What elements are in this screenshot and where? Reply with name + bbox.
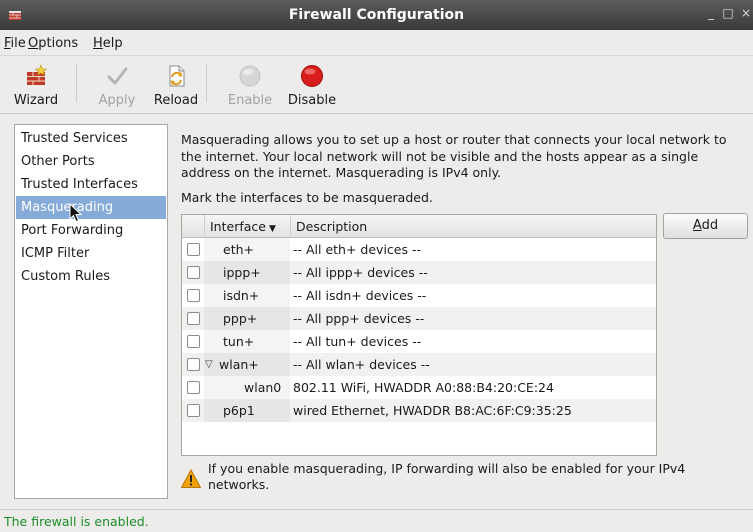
- interface-name: p6p1: [223, 403, 255, 418]
- table-header: Interface ▼ Description: [182, 215, 656, 238]
- menu-bar: File Options Help: [0, 30, 753, 56]
- warning-text: If you enable masquerading, IP forwardin…: [208, 461, 686, 492]
- masquerading-description: Masquerading allows you to set up a host…: [181, 132, 727, 180]
- interface-name: ppp+: [223, 311, 258, 326]
- reload-icon: [169, 65, 185, 87]
- interface-description: -- All eth+ devices --: [293, 242, 421, 257]
- interface-description: -- All ippp+ devices --: [293, 265, 428, 280]
- interface-description: -- All isdn+ devices --: [293, 288, 427, 303]
- menu-options-label: ptions: [38, 36, 79, 51]
- table-row[interactable]: isdn+ -- All isdn+ devices --: [182, 284, 656, 307]
- toolbar-separator: [76, 64, 77, 102]
- table-row[interactable]: ppp+ -- All ppp+ devices --: [182, 307, 656, 330]
- enable-label: Enable: [227, 93, 273, 108]
- add-button-mnemonic: A: [692, 218, 702, 233]
- wizard-icon: [27, 64, 48, 85]
- menu-options[interactable]: Options: [28, 36, 78, 51]
- column-header-interface[interactable]: Interface ▼: [204, 215, 290, 238]
- sidebar-item-custom-rules[interactable]: Custom Rules: [16, 265, 166, 288]
- menu-options-mnemonic: O: [28, 36, 39, 51]
- sidebar-item-trusted-services[interactable]: Trusted Services: [16, 127, 166, 150]
- menu-help-label: elp: [102, 36, 123, 51]
- table-row[interactable]: wlan0 802.11 WiFi, HWADDR A0:88:B4:20:CE…: [182, 376, 656, 399]
- interface-name: eth+: [223, 242, 254, 257]
- interface-column-label: Interface: [210, 219, 266, 234]
- checkmark-icon: [107, 67, 128, 85]
- interface-name: tun+: [223, 334, 255, 349]
- disable-icon: [301, 65, 323, 87]
- disable-button[interactable]: Disable: [282, 60, 342, 112]
- toolbar: Wizard Apply Reload Enable Disable: [0, 56, 753, 114]
- table-row[interactable]: tun+ -- All tun+ devices --: [182, 330, 656, 353]
- close-icon[interactable]: ×: [739, 6, 753, 22]
- sidebar-item-other-ports[interactable]: Other Ports: [16, 150, 166, 173]
- sidebar-item-port-forwarding[interactable]: Port Forwarding: [16, 219, 166, 242]
- category-list: Trusted Services Other Ports Trusted Int…: [14, 124, 168, 499]
- interface-description: -- All ppp+ devices --: [293, 311, 425, 326]
- wizard-label: Wizard: [13, 93, 59, 108]
- table-row[interactable]: p6p1 wired Ethernet, HWADDR B8:AC:6F:C9:…: [182, 399, 656, 422]
- toolbar-separator: [206, 64, 207, 102]
- apply-label: Apply: [98, 93, 136, 108]
- add-interface-button[interactable]: Add: [663, 213, 748, 239]
- column-header-description[interactable]: Description: [290, 215, 656, 238]
- interface-description: 802.11 WiFi, HWADDR A0:88:B4:20:CE:24: [293, 380, 554, 395]
- masquerade-checkbox[interactable]: [187, 381, 200, 394]
- masquerade-checkbox[interactable]: [187, 289, 200, 302]
- masquerade-checkbox[interactable]: [187, 404, 200, 417]
- chevron-down-icon: ▼: [268, 224, 276, 234]
- enable-button[interactable]: Enable: [222, 60, 278, 112]
- reload-label: Reload: [153, 93, 199, 108]
- masquerade-checkbox[interactable]: [187, 358, 200, 371]
- warning-icon: [181, 469, 201, 488]
- interface-name: wlan0: [244, 380, 282, 395]
- table-row[interactable]: ▽ wlan+ -- All wlan+ devices --: [182, 353, 656, 376]
- masquerading-panel: Masquerading allows you to set up a host…: [170, 124, 753, 504]
- masquerade-checkbox[interactable]: [187, 266, 200, 279]
- window-title: Firewall Configuration: [288, 7, 465, 23]
- add-button-label: dd: [701, 218, 719, 233]
- menu-help[interactable]: Help: [93, 36, 123, 51]
- interface-name: isdn+: [223, 288, 260, 303]
- interface-description: wired Ethernet, HWADDR B8:AC:6F:C9:35:25: [293, 403, 572, 418]
- masquerade-checkbox[interactable]: [187, 335, 200, 348]
- enable-icon: [239, 65, 261, 87]
- table-row[interactable]: eth+ -- All eth+ devices --: [182, 238, 656, 261]
- sidebar-item-icmp-filter[interactable]: ICMP Filter: [16, 242, 166, 265]
- wizard-button[interactable]: Wizard: [2, 60, 70, 112]
- firewall-status: The firewall is enabled.: [4, 514, 149, 529]
- mark-interfaces-label: Mark the interfaces to be masqueraded.: [181, 190, 433, 205]
- table-row[interactable]: ippp+ -- All ippp+ devices --: [182, 261, 656, 284]
- status-bar: The firewall is enabled.: [0, 509, 753, 532]
- interface-name: ippp+: [223, 265, 261, 280]
- interface-description: -- All tun+ devices --: [293, 334, 422, 349]
- sidebar-item-masquerading[interactable]: Masquerading: [16, 196, 166, 219]
- interfaces-table: Interface ▼ Description eth+ -- All eth+ …: [181, 214, 657, 456]
- minimize-icon[interactable]: _: [704, 6, 718, 22]
- menu-file-label: ile: [10, 36, 26, 51]
- disable-label: Disable: [287, 93, 337, 108]
- masquerade-checkbox[interactable]: [187, 243, 200, 256]
- apply-button[interactable]: Apply: [88, 60, 146, 112]
- menu-help-mnemonic: H: [93, 36, 103, 51]
- title-bar: Firewall Configuration _ □ ×: [0, 0, 753, 30]
- interface-description: -- All wlan+ devices --: [293, 357, 430, 372]
- mouse-pointer-icon: [69, 203, 83, 223]
- expander-triangle-icon[interactable]: ▽: [205, 353, 213, 376]
- masquerade-checkbox[interactable]: [187, 312, 200, 325]
- menu-file[interactable]: File: [4, 36, 26, 51]
- reload-button[interactable]: Reload: [150, 60, 202, 112]
- interface-name: wlan+: [219, 357, 259, 372]
- sidebar-item-trusted-interfaces[interactable]: Trusted Interfaces: [16, 173, 166, 196]
- maximize-icon[interactable]: □: [721, 6, 735, 22]
